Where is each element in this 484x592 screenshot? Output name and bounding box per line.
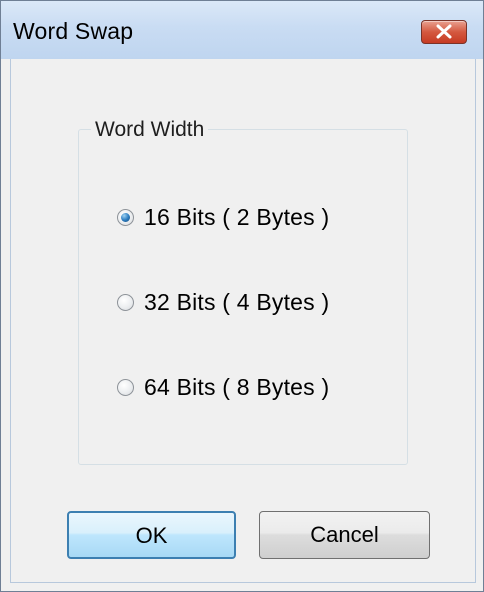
radio-label-32-bits[interactable]: 32 Bits ( 4 Bytes ) — [144, 289, 329, 316]
word-width-group: Word Width 16 Bits ( 2 Bytes ) 32 Bits (… — [78, 118, 408, 465]
close-icon — [436, 24, 452, 39]
title-bar[interactable]: Word Swap — [1, 1, 483, 59]
radio-option-64-bits[interactable]: 64 Bits ( 8 Bytes ) — [117, 372, 329, 402]
close-button[interactable] — [421, 20, 467, 44]
window-title: Word Swap — [13, 18, 134, 44]
ok-button[interactable]: OK — [67, 511, 236, 559]
radio-16-bits[interactable] — [117, 208, 134, 226]
word-width-group-label: Word Width — [91, 118, 209, 142]
word-swap-dialog: Word Swap Word Width 16 Bits ( 2 Bytes )… — [0, 0, 484, 592]
radio-64-bits[interactable] — [117, 378, 134, 396]
cancel-button[interactable]: Cancel — [259, 511, 430, 559]
radio-option-32-bits[interactable]: 32 Bits ( 4 Bytes ) — [117, 287, 329, 317]
radio-32-bits[interactable] — [117, 293, 134, 311]
radio-label-64-bits[interactable]: 64 Bits ( 8 Bytes ) — [144, 374, 329, 401]
dialog-body: Word Width 16 Bits ( 2 Bytes ) 32 Bits (… — [10, 59, 476, 583]
radio-label-16-bits[interactable]: 16 Bits ( 2 Bytes ) — [144, 204, 329, 231]
radio-option-16-bits[interactable]: 16 Bits ( 2 Bytes ) — [117, 202, 329, 232]
